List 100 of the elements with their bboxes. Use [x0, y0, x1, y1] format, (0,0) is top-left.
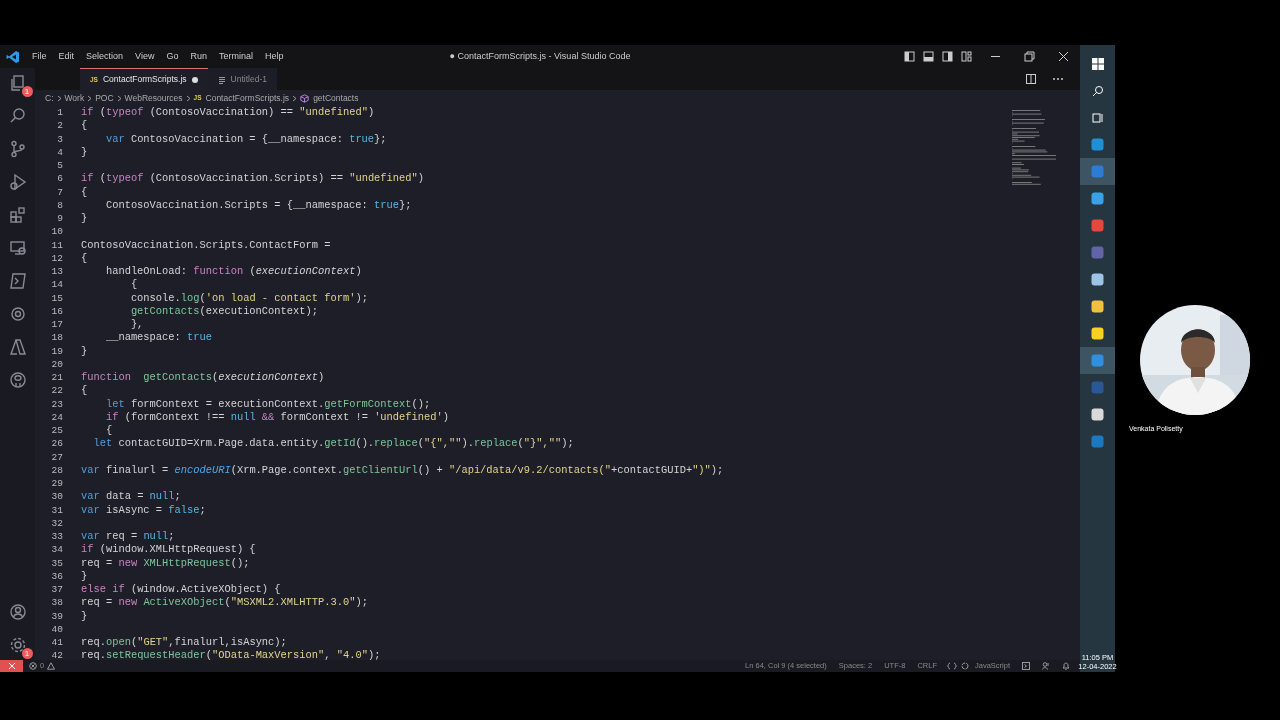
code-line: { — [81, 251, 89, 265]
breadcrumb-item[interactable]: Work — [64, 91, 85, 105]
code-line: } — [81, 145, 89, 159]
files-icon[interactable] — [8, 74, 27, 92]
code-line: let contactGUID=Xrm.Page.data.entity.getId().replace("{","").replace("}",""); — [92, 437, 575, 451]
cube-icon — [300, 93, 310, 103]
line-number: 36 — [50, 569, 63, 583]
line-number: 11 — [50, 238, 63, 252]
menu-item[interactable]: Go — [160, 49, 185, 64]
code-line: req = new XMLHttpRequest(); — [81, 556, 251, 570]
close-icon[interactable] — [1057, 51, 1069, 62]
line-number: 29 — [50, 477, 63, 491]
line-number: 21 — [50, 371, 63, 385]
search-icon[interactable] — [8, 107, 27, 125]
remote-explorer-icon[interactable] — [8, 239, 27, 257]
code-line: req.setRequestHeader("OData-MaxVersion", "4.0"); — [81, 649, 382, 660]
terminal-icon[interactable] — [8, 272, 27, 290]
code-line: { — [81, 384, 89, 398]
extensions-icon[interactable] — [8, 206, 27, 224]
code-line: var isAsync = false; — [81, 503, 207, 517]
azure-icon[interactable] — [8, 338, 27, 356]
more-icon[interactable] — [1052, 77, 1064, 81]
code-line: if (typeof (ContosoVaccination.Scripts) == "undefined") — [81, 172, 425, 186]
app-icon — [1091, 246, 1104, 259]
code-line: if (window.XMLHttpRequest) { — [81, 543, 257, 557]
breadcrumb-item[interactable]: WebResources — [124, 91, 183, 105]
vscode-logo-icon — [6, 49, 20, 64]
breadcrumb-item[interactable]: POC — [95, 91, 114, 105]
app-icon — [1091, 435, 1104, 448]
line-number: 24 — [50, 410, 63, 424]
code-line: var data = null; — [81, 490, 182, 504]
code-line: }, — [129, 318, 145, 332]
source-control-icon[interactable] — [8, 140, 27, 158]
line-number: 16 — [50, 304, 63, 318]
sync-icon[interactable] — [961, 662, 969, 670]
app-icon — [1091, 381, 1104, 394]
github-icon[interactable] — [8, 371, 27, 389]
line-number: 34 — [50, 543, 63, 557]
menu-item[interactable]: Terminal — [212, 49, 259, 64]
braces-icon[interactable] — [947, 662, 957, 670]
code-line: function getContacts(executionContext) — [81, 371, 326, 385]
search-icon[interactable] — [1091, 84, 1104, 97]
app-icon — [1091, 165, 1104, 178]
account-icon[interactable] — [8, 603, 27, 621]
editor-tab[interactable]: Untitled-1 — [207, 68, 277, 90]
layout-icon[interactable] — [961, 51, 972, 62]
menu-item[interactable]: Edit — [52, 49, 81, 64]
line-number: 40 — [50, 622, 63, 636]
line-number: 4 — [56, 145, 63, 159]
settings-icon[interactable] — [8, 636, 27, 654]
line-number: 25 — [50, 424, 63, 438]
code-line: else if (window.ActiveXObject) { — [81, 583, 282, 597]
line-number: 7 — [56, 185, 63, 199]
line-number: 10 — [50, 225, 63, 239]
window-title: ● ContactFormScripts.js - Visual Studio Code — [449, 49, 631, 63]
line-number: 39 — [50, 609, 63, 623]
run-debug-icon[interactable] — [8, 173, 27, 191]
line-number: 33 — [50, 530, 63, 544]
line-number: 3 — [56, 132, 63, 146]
code-line: console.log('on load - contact form'); — [129, 291, 369, 305]
menu-item[interactable]: Selection — [80, 49, 130, 64]
panel-layout-icon[interactable] — [923, 51, 934, 62]
sidebar-layout-icon[interactable] — [942, 51, 953, 62]
breadcrumb-item[interactable]: C: — [45, 91, 54, 105]
feedback-icon[interactable] — [1042, 662, 1050, 670]
chevron-icon — [87, 94, 93, 102]
code-line: var req = null; — [81, 530, 176, 544]
menu-item[interactable]: Run — [184, 49, 213, 64]
menu-item[interactable]: File — [26, 49, 53, 64]
line-number: 31 — [50, 503, 63, 517]
chevron-icon — [56, 94, 62, 102]
terminal-icon[interactable] — [1022, 662, 1030, 670]
line-number: 41 — [50, 636, 63, 650]
warning-icon[interactable] — [47, 662, 56, 670]
minimap-drawing[interactable] — [1010, 108, 1056, 188]
remote-icon[interactable] — [7, 662, 16, 670]
windows-logo-icon[interactable] — [1091, 57, 1104, 70]
restore-icon[interactable] — [1023, 51, 1035, 62]
line-number: 28 — [50, 463, 63, 477]
code-line: var finalurl = encodeURI(Xrm.Page.context.getClientUrl() + "/api/data/v9.2/contacts("+contactGUID+")"); — [81, 463, 725, 477]
code-line: } — [81, 569, 89, 583]
line-number: 2 — [56, 119, 63, 133]
error-icon[interactable] — [29, 662, 37, 670]
task-view-icon[interactable] — [1091, 111, 1104, 124]
menu-item[interactable]: Help — [258, 49, 290, 64]
line-number: 13 — [50, 265, 63, 279]
bell-icon[interactable] — [1062, 662, 1070, 670]
code-line: ContosoVaccination.Scripts = {__namespace: true}; — [104, 198, 413, 212]
breadcrumb-item[interactable]: getContacts — [300, 91, 359, 105]
code-line: __namespace: true — [104, 331, 213, 345]
line-number: 37 — [50, 583, 63, 597]
code-line: ContosoVaccination.Scripts.ContactForm = — [81, 238, 332, 252]
sidebar-layout-icon[interactable] — [904, 51, 915, 62]
line-number: 14 — [50, 278, 63, 292]
code-line: var ContosoVaccination = {__namespace: true}; — [104, 132, 388, 146]
split-editor-icon[interactable] — [1026, 74, 1036, 84]
code-line: getContacts(executionContext); — [129, 304, 319, 318]
menu-item[interactable]: View — [129, 49, 161, 64]
code-line: req = new ActiveXObject("MSXML2.XMLHTTP.3.0"); — [81, 596, 369, 610]
app-icon — [1091, 408, 1104, 421]
